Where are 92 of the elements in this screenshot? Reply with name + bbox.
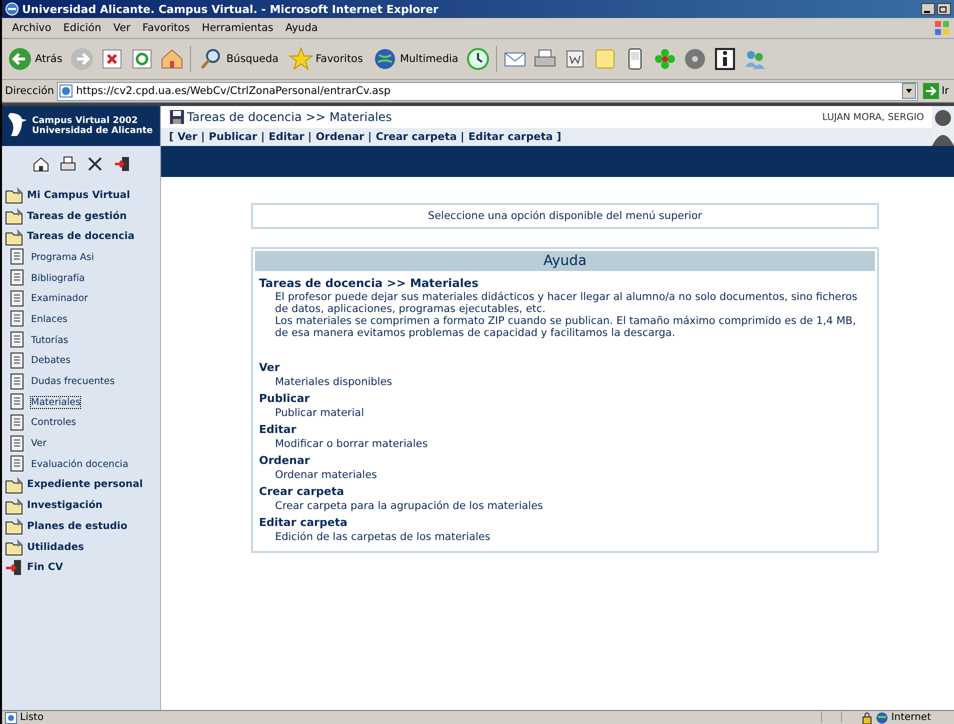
site-org: Universidad de Alicante: [32, 126, 153, 136]
folder-icon: [5, 517, 23, 536]
nav-link[interactable]: Publicar |: [208, 131, 265, 143]
sidebar-link[interactable]: Bibliografía: [31, 272, 85, 284]
clock-icon[interactable]: [466, 47, 490, 71]
help-title: Ayuda: [255, 251, 875, 271]
sidebar-link[interactable]: Programa Asi: [31, 252, 94, 263]
sidebar-link[interactable]: Dudas frecuentes: [31, 376, 115, 388]
sidebar-link[interactable]: Tutorías: [31, 334, 68, 346]
toolbar-button[interactable]: Atrás: [6, 47, 64, 71]
folder-icon: [5, 207, 23, 226]
minimize-icon[interactable]: [921, 3, 935, 15]
scissors-icon[interactable]: [86, 156, 102, 172]
status-text: Listo: [20, 712, 44, 723]
go-arrow-icon: [922, 83, 939, 99]
site-name: Campus Virtual 2002: [32, 116, 139, 126]
help-section-text: Modificar o borrar materiales: [274, 437, 429, 452]
menu-item[interactable]: Favoritos: [136, 22, 196, 34]
sidebar-link[interactable]: Tareas de gestión: [27, 210, 127, 222]
notice-text: Seleccione una opción disponible del menú superior: [428, 210, 702, 222]
exit-door-icon: [5, 558, 23, 577]
help-section-title: Editar carpeta: [258, 515, 348, 530]
sidebar-link[interactable]: Materiales: [31, 396, 80, 408]
toolbar-button[interactable]: Búsqueda: [197, 47, 281, 71]
help-heading: Tareas de docencia >> Materiales: [258, 275, 480, 291]
browser-icon: [5, 2, 19, 16]
padlock-icon: [861, 712, 874, 724]
sidebar-link[interactable]: Tareas de docencia: [27, 231, 135, 242]
info-icon[interactable]: [713, 47, 738, 71]
sidebar-link[interactable]: Evaluación docencia: [31, 458, 128, 470]
help-section-title: Editar: [258, 422, 298, 437]
help-section-title: Publicar: [258, 391, 311, 406]
globe-icon: [372, 47, 397, 71]
zone-label: Internet: [891, 712, 932, 723]
refresh-icon[interactable]: [130, 47, 154, 71]
dropdown-icon: [902, 83, 916, 99]
disc-icon[interactable]: [683, 47, 708, 71]
sidebar-link[interactable]: Planes de estudio: [27, 520, 128, 532]
menu-item[interactable]: Ayuda: [279, 22, 324, 34]
help-section-title: Crear carpeta: [258, 484, 346, 499]
help-section-title: Ver: [258, 360, 281, 375]
folder-icon: [5, 476, 23, 494]
help-section-text: Publicar material: [274, 406, 365, 421]
menu-item[interactable]: Herramientas: [196, 22, 280, 34]
sidebar-link[interactable]: Debates: [31, 355, 71, 366]
windows-flag-icon: [934, 20, 950, 36]
help-section-text: Ordenar materiales: [274, 468, 378, 483]
help-section-title: Ordenar: [258, 453, 311, 468]
help-section-text: Crear carpeta para la agrupación de los materiales: [274, 499, 544, 514]
nav-link[interactable]: [ Ver |: [169, 131, 205, 143]
sidebar-link[interactable]: Expediente personal: [27, 479, 143, 490]
toolbar-button[interactable]: Favoritos: [286, 47, 365, 71]
restore-icon[interactable]: [937, 3, 951, 15]
sidebar-link[interactable]: Utilidades: [27, 542, 84, 553]
go-button[interactable]: Ir: [920, 83, 951, 99]
nav-link[interactable]: Editar carpeta ]: [468, 131, 562, 143]
globe-icon: [876, 712, 888, 724]
folder-icon: [5, 538, 23, 556]
folder-icon: [5, 228, 23, 246]
sidebar-link[interactable]: Fin CV: [27, 562, 63, 574]
stop-icon[interactable]: [100, 47, 124, 71]
sidebar-link[interactable]: Investigación: [27, 500, 103, 512]
nav-link[interactable]: Editar |: [268, 131, 312, 143]
page-icon: [5, 712, 17, 724]
user-name: LUJAN MORA, SERGIO: [822, 112, 925, 122]
menu-item[interactable]: Archivo: [6, 22, 58, 34]
menu-item[interactable]: Edición: [57, 22, 108, 34]
star-icon: [288, 47, 313, 71]
house-icon[interactable]: [32, 156, 48, 172]
toolbar-button[interactable]: Multimedia: [370, 47, 460, 71]
address-field[interactable]: https://cv2.cpd.ua.es/WebCv/CtrlZonaPersonal/entrarCv.asp: [57, 82, 918, 100]
sidebar-link[interactable]: Examinador: [31, 293, 88, 304]
folder-icon: [5, 186, 23, 204]
help-section-text: Materiales disponibles: [274, 375, 394, 390]
menu-item[interactable]: Ver: [107, 22, 136, 34]
nav-link[interactable]: Ordenar |: [316, 131, 372, 143]
printer-icon[interactable]: [60, 156, 76, 172]
page-title: Tareas de docencia >> Materiales: [187, 110, 392, 124]
folder-icon: [5, 496, 23, 515]
sidebar-link[interactable]: Ver: [31, 438, 47, 450]
help-section-text: Edición de las carpetas de los materiales: [274, 530, 492, 545]
sidebar-link[interactable]: Enlaces: [31, 314, 68, 325]
sidebar-link[interactable]: Controles: [31, 417, 76, 428]
page-icon: [59, 84, 74, 98]
help-paragraph: El profesor puede dejar sus materiales didácticos y hacer llegar al alumno/a no solo documentos, sino ficheros de datos, aplicaciones, programas ejecutables, etc.: [274, 291, 858, 315]
help-paragraph: Los materiales se comprimen a formato ZIP cuando se publican. El tamaño máximo comprimido es de 1,4 MB, de esa manera evitamos problemas de capacidad y facilitamos la descarga.: [274, 315, 857, 339]
address-label: Dirección: [5, 85, 54, 97]
flower-icon[interactable]: [653, 47, 678, 71]
nav-link[interactable]: Crear carpeta |: [376, 131, 464, 143]
window-title: Universidad Alicante. Campus Virtual. - Microsoft Internet Explorer: [22, 2, 440, 16]
sidebar-link[interactable]: Mi Campus Virtual: [27, 190, 130, 201]
exit-door-icon[interactable]: [114, 156, 130, 172]
